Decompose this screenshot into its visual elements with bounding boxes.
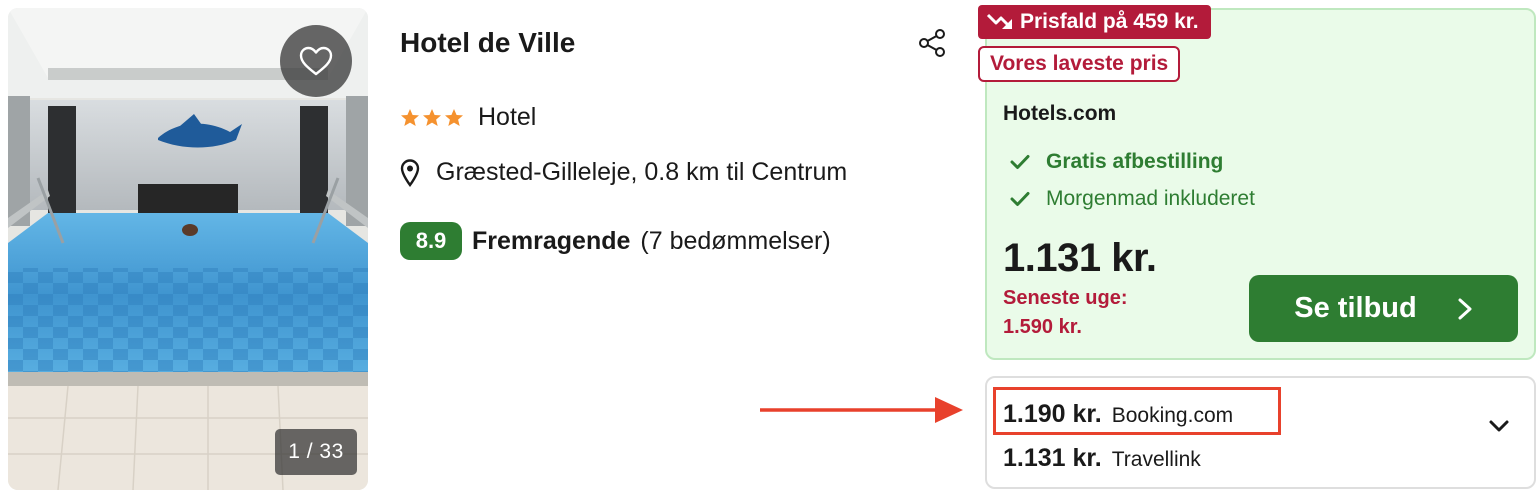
previous-price: 1.590 kr. (1003, 316, 1082, 338)
offer-row[interactable]: 1.131 kr. Travellink (1003, 444, 1201, 473)
hotel-photo[interactable]: 1 / 33 (8, 8, 368, 490)
review-count: (7 bedømmelser) (640, 226, 831, 255)
offer-provider: Travellink (1111, 448, 1201, 471)
lowest-price-badge: Vores laveste pris (978, 46, 1181, 82)
perk-free-cancellation: Gratis afbestilling (1010, 150, 1223, 174)
perk-breakfast: Morgenmad inkluderet (1010, 187, 1255, 211)
rating-label: Fremragende (472, 226, 631, 255)
price-drop-badge: Prisfald på 459 kr. (978, 5, 1211, 39)
star-icon (401, 108, 419, 126)
annotation-highlight-box (993, 387, 1281, 435)
deal-price: 1.131 kr. (1003, 236, 1157, 280)
deal-provider: Hotels.com (1003, 102, 1117, 125)
star-rating (400, 108, 464, 128)
hotel-location[interactable]: Græsted-Gilleleje, 0.8 km til Centrum (400, 158, 847, 187)
see-deal-button[interactable]: Se tilbud (1249, 275, 1518, 342)
favorite-button[interactable] (280, 25, 352, 97)
location-text: Græsted-Gilleleje, 0.8 km til Centrum (436, 158, 848, 186)
heart-icon (299, 46, 333, 76)
see-deal-label: Se tilbud (1294, 292, 1417, 324)
chevron-down-icon[interactable] (1488, 418, 1510, 434)
chevron-right-icon (1458, 298, 1472, 319)
previous-price-label: Seneste uge: (1003, 287, 1128, 309)
hotel-type: Hotel (478, 103, 537, 131)
perk-label: Gratis afbestilling (1046, 150, 1224, 173)
hotel-category: Hotel (400, 103, 536, 132)
hotel-name[interactable]: Hotel de Ville (400, 27, 575, 59)
rating-score-badge: 8.9 (400, 222, 462, 260)
guest-rating[interactable]: 8.9 Fremragende (7 bedømmelser) (400, 222, 831, 260)
perk-label: Morgenmad inkluderet (1046, 187, 1255, 210)
price-drop-text: Prisfald på 459 kr. (1020, 10, 1199, 33)
check-icon (1010, 155, 1030, 169)
trend-down-icon (986, 13, 1013, 30)
star-icon (423, 108, 441, 126)
photo-counter: 1 / 33 (275, 429, 357, 475)
offer-price: 1.131 kr. (1003, 444, 1102, 472)
annotation-arrow (760, 397, 963, 423)
map-pin-icon (400, 158, 420, 187)
share-icon[interactable] (918, 28, 948, 58)
star-icon (445, 108, 463, 126)
check-icon (1010, 192, 1030, 206)
